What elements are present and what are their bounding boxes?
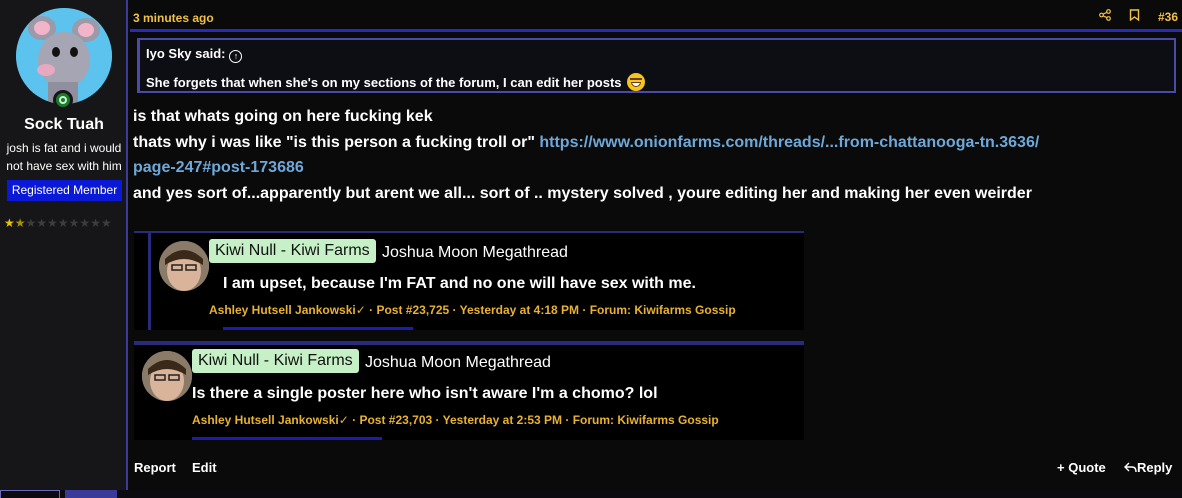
verified-icon: ✓︎ bbox=[355, 303, 366, 317]
quote-author-label: Iyo Sky said: bbox=[146, 46, 226, 61]
source-tag[interactable]: Kiwi Null - Kiwi Farms bbox=[192, 349, 359, 373]
pagination-button[interactable] bbox=[0, 490, 60, 498]
embed-meta: Ashley Hutsell Jankowski✓︎ · Post #23,72… bbox=[209, 303, 736, 317]
post-number[interactable]: #36 bbox=[1158, 10, 1178, 24]
quote-plus-icon: + bbox=[1057, 460, 1065, 475]
reaction-rating: ★★★★★★★★★★ bbox=[4, 216, 112, 230]
forum-post: Sock Tuah josh is fat and i would not ha… bbox=[0, 0, 1182, 490]
embed-divider bbox=[192, 437, 382, 440]
quote-button[interactable]: + Quote bbox=[1057, 460, 1106, 475]
star-full-icon: ★ bbox=[4, 216, 15, 230]
embed-text: I am upset, because I'm FAT and no one w… bbox=[223, 275, 696, 292]
embed-meta: Ashley Hutsell Jankowski✓︎ · Post #23,70… bbox=[192, 413, 719, 427]
quote-text-body: She forgets that when she's on my sectio… bbox=[146, 75, 622, 90]
source-tag[interactable]: Kiwi Null - Kiwi Farms bbox=[209, 239, 376, 263]
embed-inner: Kiwi Null - Kiwi Farms Joshua Moon Megat… bbox=[148, 233, 804, 330]
embed-avatar bbox=[142, 351, 192, 401]
post-header: 3 minutes ago #36 bbox=[130, 0, 1182, 32]
post-main: 3 minutes ago #36 Iyo Sky said: ↑ She for… bbox=[130, 0, 1182, 490]
embed-thread-title[interactable]: Joshua Moon Megathread bbox=[382, 244, 568, 262]
verified-icon: ✓︎ bbox=[338, 413, 349, 427]
embed-text: Is there a single poster here who isn't … bbox=[192, 385, 658, 402]
quote-label: Quote bbox=[1068, 460, 1106, 475]
embed-author[interactable]: Ashley Hutsell Jankowski bbox=[209, 303, 356, 317]
user-title: josh is fat and i would not have sex wit… bbox=[6, 141, 122, 173]
user-sidebar: Sock Tuah josh is fat and i would not ha… bbox=[0, 0, 128, 490]
bookmark-icon[interactable] bbox=[1129, 9, 1140, 24]
embed-inner: Kiwi Null - Kiwi Farms Joshua Moon Megat… bbox=[134, 343, 804, 440]
thread-link-cont[interactable]: page-247#post-173686 bbox=[133, 159, 304, 176]
share-icon[interactable] bbox=[1099, 9, 1111, 24]
thread-link[interactable]: https://www.onionfarms.com/threads/...fr… bbox=[539, 134, 1039, 151]
embed-avatar bbox=[159, 241, 209, 291]
user-badge: Registered Member bbox=[7, 180, 122, 201]
reply-label: Reply bbox=[1137, 460, 1173, 475]
body-line-text: thats why i was like "is this person a f… bbox=[133, 133, 540, 151]
body-line: is that whats going on here fucking kek bbox=[133, 108, 433, 125]
reply-button[interactable]: Reply bbox=[1124, 460, 1172, 475]
embed-card[interactable]: Kiwi Null - Kiwi Farms Joshua Moon Megat… bbox=[134, 231, 804, 330]
embed-thread-title[interactable]: Joshua Moon Megathread bbox=[365, 354, 551, 372]
star-half-icon: ★ bbox=[14, 216, 26, 230]
body-line-with-link: thats why i was like "is this person a f… bbox=[133, 130, 1173, 181]
online-icon bbox=[53, 90, 73, 110]
arrow-up-icon[interactable]: ↑ bbox=[229, 50, 243, 63]
post-timestamp[interactable]: 3 minutes ago bbox=[133, 11, 214, 25]
pagination-button[interactable] bbox=[65, 490, 117, 498]
edit-button[interactable]: Edit bbox=[192, 460, 217, 475]
embed-card[interactable]: Kiwi Null - Kiwi Farms Joshua Moon Megat… bbox=[134, 341, 804, 440]
report-button[interactable]: Report bbox=[134, 460, 176, 475]
laughing-emoji-icon bbox=[627, 73, 646, 91]
post-body: is that whats going on here fucking kek … bbox=[133, 104, 1173, 206]
quote-block: Iyo Sky said: ↑ She forgets that when she… bbox=[137, 38, 1176, 93]
embed-meta-text: · Post #23,703 · Yesterday at 2:53 PM · … bbox=[352, 413, 719, 427]
body-line: and yes sort of...apparently but arent w… bbox=[133, 184, 1032, 202]
embed-divider bbox=[223, 327, 413, 330]
post-actions: #36 bbox=[1099, 9, 1178, 24]
embed-author[interactable]: Ashley Hutsell Jankowski bbox=[192, 413, 339, 427]
page-bottom bbox=[0, 490, 1182, 498]
username[interactable]: Sock Tuah bbox=[0, 116, 128, 134]
quote-author[interactable]: Iyo Sky said: ↑ bbox=[146, 46, 243, 63]
embed-meta-text: · Post #23,725 · Yesterday at 4:18 PM · … bbox=[369, 303, 736, 317]
quote-text: She forgets that when she's on my sectio… bbox=[146, 73, 646, 91]
reply-icon bbox=[1124, 460, 1137, 475]
post-footer: Report Edit + Quote Reply bbox=[130, 458, 1182, 478]
star-empty-icon: ★★★★★★★★ bbox=[25, 216, 112, 230]
